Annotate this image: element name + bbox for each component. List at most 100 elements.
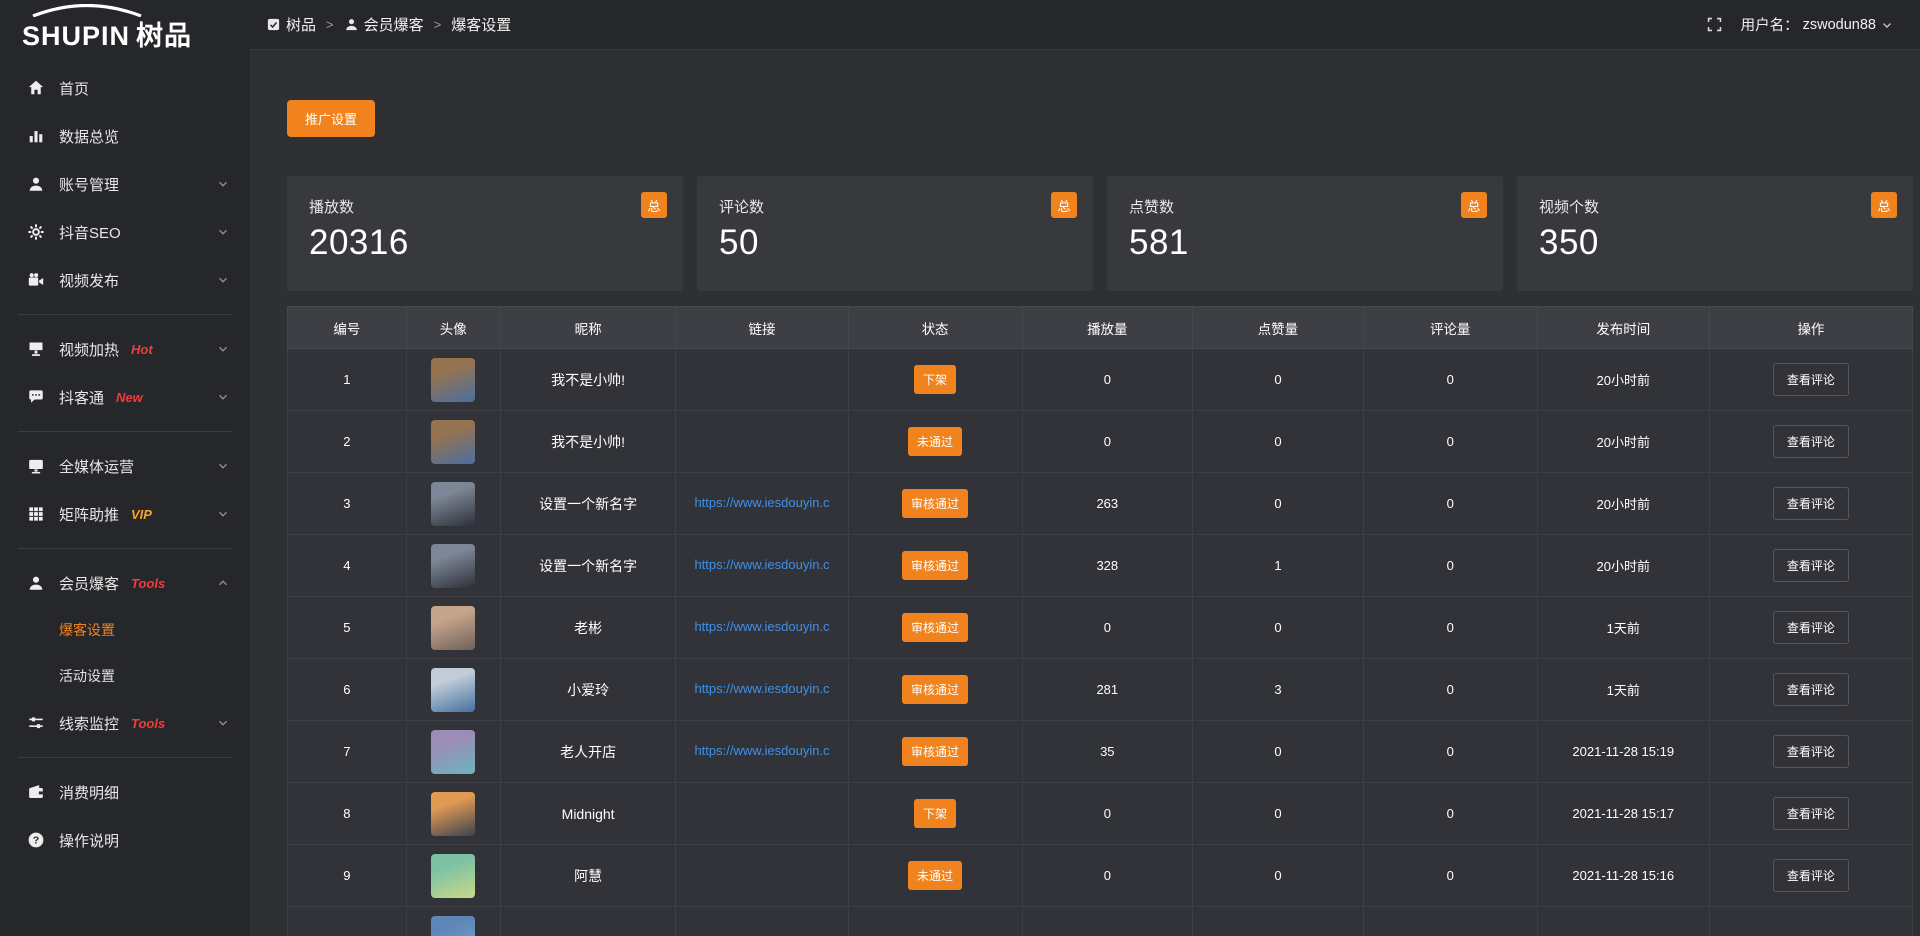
plays-cell: 0 bbox=[1022, 411, 1193, 473]
sidebar-item-video-heating[interactable]: 视频加热Hot bbox=[0, 325, 250, 373]
sidebar-item-instructions[interactable]: ?操作说明 bbox=[0, 816, 250, 864]
plays-cell: 328 bbox=[1022, 535, 1193, 597]
link-cell: https://www.iesdouyin.c bbox=[676, 535, 848, 597]
nickname-cell: 老彬 bbox=[500, 597, 676, 659]
avatar bbox=[431, 916, 475, 936]
status-cell: 未通过 bbox=[848, 411, 1022, 473]
action-cell: 查看评论 bbox=[1709, 721, 1912, 783]
action-cell: 查看评论 bbox=[1709, 473, 1912, 535]
nickname: 我不是小帅! bbox=[551, 372, 625, 388]
view-comments-button[interactable]: 查看评论 bbox=[1773, 673, 1849, 706]
view-comments-button[interactable]: 查看评论 bbox=[1773, 425, 1849, 458]
view-comments-button[interactable]: 查看评论 bbox=[1773, 735, 1849, 768]
status-badge: 审核通过 bbox=[902, 737, 968, 766]
video-link[interactable]: https://www.iesdouyin.c bbox=[694, 495, 829, 510]
column-header: 播放量 bbox=[1022, 307, 1193, 349]
column-header: 昵称 bbox=[500, 307, 676, 349]
sidebar-item-data-overview[interactable]: 数据总览 bbox=[0, 112, 250, 160]
stat-value: 20316 bbox=[309, 223, 661, 263]
action-cell: 查看评论 bbox=[1709, 535, 1912, 597]
serial-cell: 6 bbox=[288, 659, 407, 721]
plays-cell: 0 bbox=[1022, 349, 1193, 411]
view-comments-button[interactable]: 查看评论 bbox=[1773, 797, 1849, 830]
fullscreen-icon[interactable] bbox=[1706, 16, 1723, 33]
video-link[interactable]: https://www.iesdouyin.c bbox=[694, 619, 829, 634]
sidebar-subitem-activity-settings[interactable]: 活动设置 bbox=[0, 653, 250, 699]
link-cell: https://www.iesdouyin.c bbox=[676, 473, 848, 535]
user-menu[interactable]: 用户名：zswodun88 bbox=[1741, 14, 1894, 35]
stat-label: 播放数 bbox=[309, 196, 661, 217]
sidebar-item-label: 账号管理 bbox=[59, 174, 119, 195]
sidebar-item-label: 抖客通 bbox=[59, 387, 104, 408]
sidebar-divider bbox=[18, 757, 232, 758]
total-badge: 总 bbox=[1051, 192, 1077, 218]
breadcrumb-label: 树品 bbox=[286, 14, 316, 35]
video-link[interactable]: https://www.iesdouyin.c bbox=[694, 557, 829, 572]
breadcrumb-item-1[interactable]: 树品 bbox=[266, 14, 316, 35]
sidebar-item-consumption-detail[interactable]: 消费明细 bbox=[0, 768, 250, 816]
username: zswodun88 bbox=[1803, 17, 1876, 33]
video-link[interactable]: https://www.iesdouyin.c bbox=[694, 743, 829, 758]
sidebar-item-label: 视频加热 bbox=[59, 339, 119, 360]
view-comments-button[interactable]: 查看评论 bbox=[1773, 611, 1849, 644]
table-row: 9阿慧未通过0002021-11-28 15:16查看评论 bbox=[288, 845, 1913, 907]
nickname-cell: 老人开店 bbox=[500, 721, 676, 783]
publish-time-cell: 1天前 bbox=[1537, 659, 1709, 721]
serial-cell: 1 bbox=[288, 349, 407, 411]
sliders-icon bbox=[26, 713, 46, 733]
sidebar-item-label: 全媒体运营 bbox=[59, 456, 134, 477]
publish-time-cell: 20小时前 bbox=[1537, 349, 1709, 411]
view-comments-button[interactable]: 查看评论 bbox=[1773, 859, 1849, 892]
likes-cell: 0 bbox=[1193, 411, 1364, 473]
avatar-cell bbox=[406, 473, 500, 535]
table-row: 7老人开店https://www.iesdouyin.c审核通过35002021… bbox=[288, 721, 1913, 783]
table-row: 2我不是小帅!未通过00020小时前查看评论 bbox=[288, 411, 1913, 473]
action-cell: 查看评论 bbox=[1709, 597, 1912, 659]
chevron-down-icon bbox=[216, 459, 230, 473]
sidebar-item-home[interactable]: 首页 bbox=[0, 64, 250, 112]
sidebar-item-video-publish[interactable]: 视频发布 bbox=[0, 256, 250, 304]
nickname-cell: 设置一个新名字 bbox=[500, 535, 676, 597]
breadcrumb-item-2[interactable]: 会员爆客 bbox=[344, 14, 424, 35]
view-comments-button[interactable]: 查看评论 bbox=[1773, 363, 1849, 396]
monitor-icon bbox=[26, 456, 46, 476]
sidebar-item-account-management[interactable]: 账号管理 bbox=[0, 160, 250, 208]
avatar-cell bbox=[406, 411, 500, 473]
logo-arc-icon bbox=[28, 4, 146, 17]
sidebar-item-matrix-boost[interactable]: 矩阵助推VIP bbox=[0, 490, 250, 538]
sidebar-item-label: 矩阵助推 bbox=[59, 504, 119, 525]
sidebar-subitem-baoke-settings[interactable]: 爆客设置 bbox=[0, 607, 250, 653]
user-icon bbox=[26, 174, 46, 194]
link-cell bbox=[676, 907, 848, 936]
sidebar-item-clue-monitor[interactable]: 线索监控Tools bbox=[0, 699, 250, 747]
status-cell: 审核通过 bbox=[848, 659, 1022, 721]
brand-logo[interactable]: SHUPIN树品 bbox=[0, 0, 250, 52]
status-cell: 审核通过 bbox=[848, 721, 1022, 783]
status-cell: 未通过 bbox=[848, 845, 1022, 907]
sidebar-item-douketong[interactable]: 抖客通New bbox=[0, 373, 250, 421]
view-comments-button[interactable]: 查看评论 bbox=[1773, 549, 1849, 582]
sidebar-item-label: 消费明细 bbox=[59, 782, 119, 803]
chevron-down-icon bbox=[216, 273, 230, 287]
status-cell: 下架 bbox=[848, 349, 1022, 411]
chevron-up-icon bbox=[216, 576, 230, 590]
sidebar-item-douyin-seo[interactable]: 抖音SEO bbox=[0, 208, 250, 256]
promo-settings-button[interactable]: 推广设置 bbox=[287, 100, 375, 137]
avatar-cell bbox=[406, 349, 500, 411]
action-cell bbox=[1709, 907, 1912, 936]
table-row bbox=[288, 907, 1913, 936]
sidebar-nav: 首页数据总览账号管理抖音SEO视频发布视频加热Hot抖客通New 全媒体运营矩阵助… bbox=[0, 52, 250, 864]
action-cell: 查看评论 bbox=[1709, 845, 1912, 907]
publish-time-cell: 20小时前 bbox=[1537, 535, 1709, 597]
nickname-cell bbox=[500, 907, 676, 936]
video-link[interactable]: https://www.iesdouyin.c bbox=[694, 681, 829, 696]
sidebar-item-member-baoke[interactable]: 会员爆客Tools bbox=[0, 559, 250, 607]
view-comments-button[interactable]: 查看评论 bbox=[1773, 487, 1849, 520]
comments-cell bbox=[1363, 907, 1537, 936]
link-cell bbox=[676, 349, 848, 411]
column-header: 操作 bbox=[1709, 307, 1912, 349]
comments-cell: 0 bbox=[1363, 349, 1537, 411]
stat-value: 50 bbox=[719, 223, 1071, 263]
sidebar-item-all-media-ops[interactable]: 全媒体运营 bbox=[0, 442, 250, 490]
plays-cell: 263 bbox=[1022, 473, 1193, 535]
